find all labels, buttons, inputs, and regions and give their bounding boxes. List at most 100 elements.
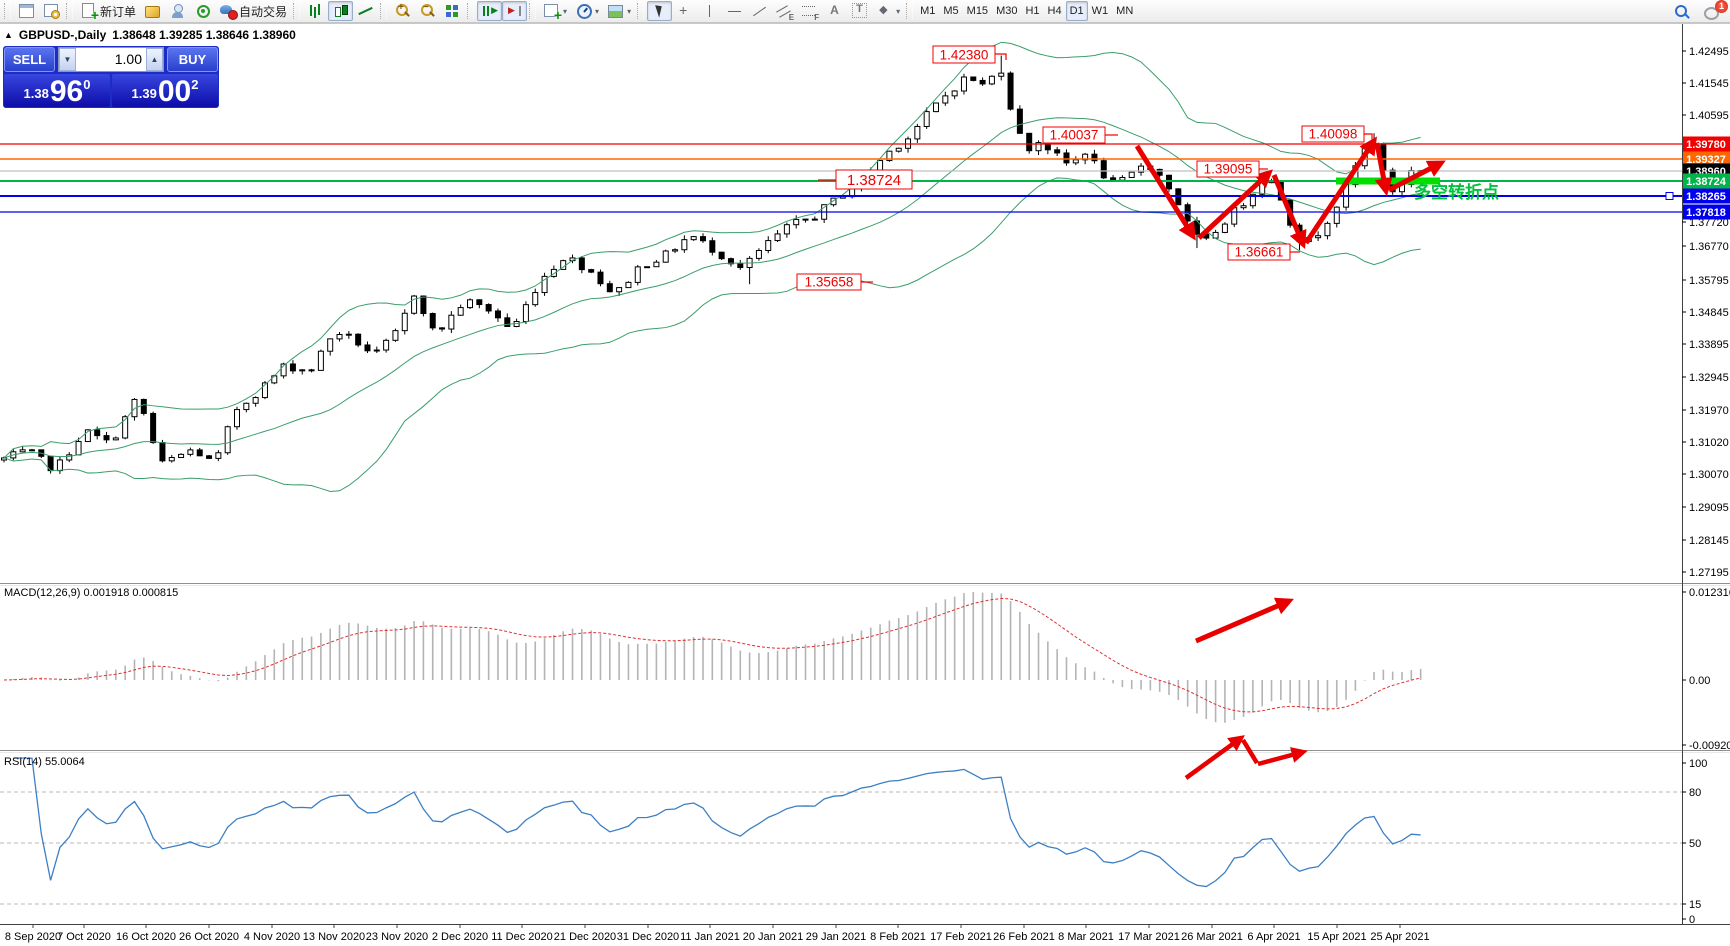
price-chart[interactable]: 多空转折点1.423801.400371.390951.400981.38724…: [0, 0, 1730, 946]
autotrading-button[interactable]: 自动交易: [215, 1, 291, 21]
indicators-button[interactable]: ▾: [539, 1, 571, 21]
axis-tick-label: 1.29095: [1689, 502, 1729, 514]
axis-tick-label: 1.34845: [1689, 307, 1729, 319]
vline-button[interactable]: [697, 1, 722, 21]
date-label: 29 Jan 2021: [806, 931, 867, 943]
timeframe-mn-button[interactable]: MN: [1112, 1, 1137, 21]
chat-button[interactable]: 1: [1700, 2, 1725, 22]
profile-window-button[interactable]: [39, 1, 64, 21]
auto-scroll-button[interactable]: ▶: [477, 1, 502, 21]
tile-windows-button[interactable]: [440, 1, 465, 21]
axis-tick-label: 1.40595: [1689, 110, 1729, 122]
date-label: 31 Dec 2020: [617, 931, 679, 943]
candlestick-icon: [332, 3, 349, 19]
autotrading-icon: [219, 3, 236, 19]
signals-icon: [194, 3, 211, 19]
chart-window-button[interactable]: [14, 1, 39, 21]
fibonacci-icon: F: [801, 3, 818, 19]
axis-tick-label: 1.32945: [1689, 372, 1729, 384]
volume-up-button[interactable]: ▲: [146, 48, 163, 71]
rsi-arrow: [1258, 752, 1303, 764]
tile-windows-icon: [444, 3, 461, 19]
zoom-in-icon: +: [394, 3, 411, 19]
hline-button[interactable]: [722, 1, 747, 21]
timeframe-h4-button[interactable]: H4: [1044, 1, 1066, 21]
axis-tick-label: 1.27195: [1689, 567, 1729, 579]
zoom-out-button[interactable]: −: [415, 1, 440, 21]
sell-button[interactable]: SELL: [4, 47, 55, 72]
rsi-label: RSI(14) 55.0064: [4, 756, 85, 768]
chevron-down-icon: ▾: [595, 7, 599, 16]
text-button[interactable]: A: [822, 1, 847, 21]
trendline-button[interactable]: [747, 1, 772, 21]
vline-icon: [701, 3, 718, 19]
timeframe-m15-button[interactable]: M15: [963, 1, 992, 21]
notification-badge: 1: [1715, 0, 1728, 13]
cursor-button[interactable]: [647, 1, 672, 21]
rsi-axis-label: 50: [1689, 838, 1701, 850]
zoom-in-button[interactable]: +: [390, 1, 415, 21]
date-label: 7 Oct 2020: [57, 931, 111, 943]
accounts-icon: [169, 3, 186, 19]
price-annotation: 1.40037: [1050, 128, 1099, 143]
templates-button[interactable]: ▾: [603, 1, 635, 21]
symbol-ohlc: 1.38648 1.39285 1.38646 1.38960: [112, 28, 296, 42]
buy-button[interactable]: BUY: [167, 47, 218, 72]
bar-chart-button[interactable]: [303, 1, 328, 21]
cursor-icon: [651, 3, 668, 19]
buy-price[interactable]: 1.39 00 2: [112, 74, 218, 107]
chart-shift-button[interactable]: ▶: [502, 1, 527, 21]
rsi-axis-label: 80: [1689, 787, 1701, 799]
timeframe-m30-button[interactable]: M30: [992, 1, 1021, 21]
crosshair-button[interactable]: +: [672, 1, 697, 21]
templates-icon: [607, 3, 624, 19]
timeframe-h1-button[interactable]: H1: [1021, 1, 1043, 21]
price-annotation: 1.38724: [847, 172, 901, 189]
macd-axis-label: 0.00: [1689, 675, 1710, 687]
candlestick-button[interactable]: [328, 1, 353, 21]
timeframe-w1-button[interactable]: W1: [1088, 1, 1113, 21]
sell-price[interactable]: 1.38 96 0: [4, 74, 110, 107]
accounts-button[interactable]: [165, 1, 190, 21]
shapes-button[interactable]: ◆▾: [872, 1, 904, 21]
label-connector: [1364, 134, 1372, 141]
axis-tick-label: 1.35795: [1689, 275, 1729, 287]
profile-window-icon: [43, 3, 60, 19]
periods-button[interactable]: ▾: [571, 1, 603, 21]
date-label: 8 Mar 2021: [1058, 931, 1114, 943]
text-label-button[interactable]: T: [847, 1, 872, 21]
search-button[interactable]: [1669, 2, 1694, 22]
turning-point-note: 多空转折点: [1414, 182, 1499, 202]
trendline-icon: [751, 3, 768, 19]
chevron-down-icon: ▾: [627, 7, 631, 16]
signals-button[interactable]: [190, 1, 215, 21]
timeframe-m1-button[interactable]: M1: [916, 1, 939, 21]
macd-panel: MACD(12,26,9) 0.001918 0.0008150.0123160…: [4, 587, 1730, 752]
axis-price-badge-label: 1.37818: [1686, 207, 1726, 219]
timeframe-m5-button[interactable]: M5: [939, 1, 962, 21]
volume-input[interactable]: 1.00: [76, 48, 146, 71]
date-label: 17 Feb 2021: [930, 931, 992, 943]
new-order-button[interactable]: 新订单: [76, 1, 140, 21]
rsi-axis-label: 15: [1689, 899, 1701, 911]
chevron-down-icon: ▾: [563, 7, 567, 16]
macd-axis-label: -0.009201: [1689, 740, 1730, 752]
volume-down-button[interactable]: ▼: [59, 48, 76, 71]
date-label: 23 Nov 2020: [366, 931, 428, 943]
timeframe-d1-button[interactable]: D1: [1066, 1, 1088, 21]
fibonacci-button[interactable]: F: [797, 1, 822, 21]
date-label: 17 Mar 2021: [1118, 931, 1180, 943]
line-chart-button[interactable]: [353, 1, 378, 21]
text-label-icon: T: [851, 3, 868, 19]
chart-shift-icon: ▶: [506, 3, 523, 19]
channel-button[interactable]: E: [772, 1, 797, 21]
sell-price-big: 96: [50, 79, 83, 105]
sell-price-sup: 0: [83, 77, 90, 92]
axis-price-badge-label: 1.39780: [1686, 139, 1726, 151]
chevron-down-icon: ▾: [896, 7, 900, 16]
macd-label: MACD(12,26,9) 0.001918 0.000815: [4, 587, 178, 599]
search-icon: [1673, 4, 1690, 20]
history-center-button[interactable]: [140, 1, 165, 21]
rsi-arrow: [1186, 738, 1241, 778]
axis-tick-label: 1.33895: [1689, 339, 1729, 351]
